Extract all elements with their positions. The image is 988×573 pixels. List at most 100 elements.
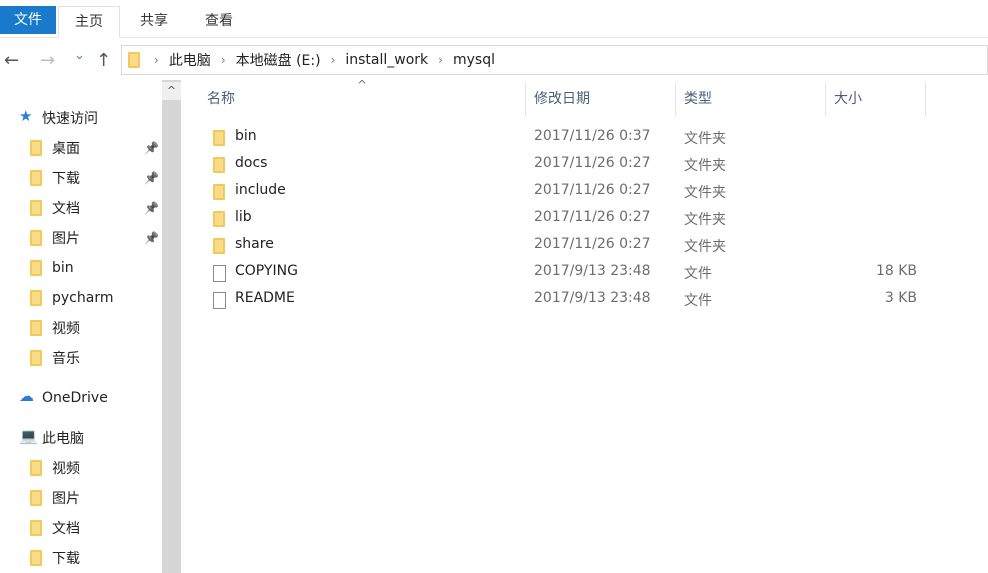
sidebar-item-label: 此电脑 xyxy=(42,431,84,447)
file-size: 18 KB xyxy=(875,263,917,279)
videos-folder-icon xyxy=(30,320,42,336)
tab-share[interactable]: 共享 xyxy=(124,6,184,38)
sidebar-item-label: 快速访问 xyxy=(42,111,98,127)
tab-view[interactable]: 查看 xyxy=(188,6,250,38)
file-type: 文件夹 xyxy=(684,185,726,201)
pin-icon[interactable]: 📌 xyxy=(144,201,159,215)
pictures-folder-icon xyxy=(30,490,42,506)
file-row[interactable]: bin 2017/11/26 0:37 文件夹 xyxy=(181,124,941,151)
up-button[interactable]: ↑ xyxy=(96,50,111,71)
sidebar-item-label: 下载 xyxy=(52,551,80,567)
address-bar[interactable]: › 此电脑 › 本地磁盘 (E:) › install_work › mysql xyxy=(121,45,988,75)
sidebar-item-label: OneDrive xyxy=(42,390,108,406)
folder-icon xyxy=(213,130,225,146)
file-type: 文件夹 xyxy=(684,131,726,147)
file-date: 2017/11/26 0:27 xyxy=(534,209,651,225)
file-size: 3 KB xyxy=(884,290,917,306)
sidebar-item[interactable]: 桌面 📌 xyxy=(0,133,162,163)
recent-locations-button[interactable]: ⌄ xyxy=(74,48,85,63)
download-folder-icon xyxy=(30,550,42,566)
sidebar-item[interactable]: 视频 xyxy=(0,453,162,483)
sidebar-item[interactable]: bin xyxy=(0,253,162,283)
file-type: 文件 xyxy=(684,293,712,309)
folder-icon xyxy=(213,211,225,227)
tab-file[interactable]: 文件 xyxy=(0,6,56,34)
back-button[interactable]: ← xyxy=(4,50,19,71)
sidebar-item[interactable]: 图片 📌 xyxy=(0,223,162,253)
file-name: docs xyxy=(235,155,268,171)
file-type: 文件 xyxy=(684,266,712,282)
file-name: lib xyxy=(235,209,252,225)
pin-icon[interactable]: 📌 xyxy=(144,141,159,155)
sidebar-item-label: 文档 xyxy=(52,521,80,537)
sidebar-item[interactable]: 文档 xyxy=(0,513,162,543)
videos-folder-icon xyxy=(30,460,42,476)
file-name: COPYING xyxy=(235,263,298,279)
file-date: 2017/9/13 23:48 xyxy=(534,263,651,279)
file-date: 2017/9/13 23:48 xyxy=(534,290,651,306)
file-name: README xyxy=(235,290,295,306)
column-date[interactable]: 修改日期 xyxy=(526,82,676,116)
file-row[interactable]: docs 2017/11/26 0:27 文件夹 xyxy=(181,151,941,178)
computer-icon: 💻 xyxy=(19,427,38,445)
sidebar-item[interactable]: ★ 快速访问 xyxy=(0,103,162,133)
file-date: 2017/11/26 0:27 xyxy=(534,182,651,198)
breadcrumb-this-pc[interactable]: 此电脑 xyxy=(163,50,217,70)
ribbon: 文件 主页 共享 查看 xyxy=(0,0,988,38)
pin-icon[interactable]: 📌 xyxy=(144,231,159,245)
breadcrumb-mysql[interactable]: mysql xyxy=(447,52,501,68)
file-row[interactable]: COPYING 2017/9/13 23:48 文件 18 KB xyxy=(181,259,941,286)
sidebar-item[interactable]: ☁ OneDrive xyxy=(0,383,162,413)
file-row[interactable]: lib 2017/11/26 0:27 文件夹 xyxy=(181,205,941,232)
sidebar-item-label: 桌面 xyxy=(52,141,80,157)
file-type: 文件夹 xyxy=(684,239,726,255)
file-row[interactable]: share 2017/11/26 0:27 文件夹 xyxy=(181,232,941,259)
sidebar-item[interactable]: 音乐 xyxy=(0,343,162,373)
column-size[interactable]: 大小 xyxy=(826,82,926,116)
file-icon xyxy=(213,265,226,282)
file-date: 2017/11/26 0:37 xyxy=(534,128,651,144)
breadcrumb-install-work[interactable]: install_work xyxy=(339,52,434,68)
column-header: ^ 名称 修改日期 类型 大小 xyxy=(181,78,988,118)
sidebar-item-label: 下载 xyxy=(52,171,80,187)
music-folder-icon xyxy=(30,350,42,366)
sidebar-item[interactable]: 文档 📌 xyxy=(0,193,162,223)
column-name[interactable]: 名称 xyxy=(199,82,526,116)
navigation-bar: ← → ⌄ ↑ › 此电脑 › 本地磁盘 (E:) › install_work… xyxy=(0,40,988,80)
file-date: 2017/11/26 0:27 xyxy=(534,155,651,171)
forward-button[interactable]: → xyxy=(40,50,55,71)
sidebar-item[interactable]: 视频 xyxy=(0,313,162,343)
pictures-folder-icon xyxy=(30,230,42,246)
sidebar-item-label: pycharm xyxy=(52,290,114,306)
tab-home[interactable]: 主页 xyxy=(58,6,120,38)
chevron-right-icon: › xyxy=(220,53,226,67)
folder-icon xyxy=(30,290,42,306)
folder-icon xyxy=(213,184,225,200)
breadcrumb-drive-e[interactable]: 本地磁盘 (E:) xyxy=(230,50,327,70)
folder-icon xyxy=(213,238,225,254)
desktop-folder-icon xyxy=(30,140,42,156)
sidebar-item[interactable]: 图片 xyxy=(0,483,162,513)
sidebar-item-label: 视频 xyxy=(52,321,80,337)
folder-icon xyxy=(213,157,225,173)
file-icon xyxy=(213,292,226,309)
scroll-up-button[interactable]: ^ xyxy=(162,82,181,100)
sidebar-item-label: 音乐 xyxy=(52,351,80,367)
column-type[interactable]: 类型 xyxy=(676,82,826,116)
sidebar-item[interactable]: 下载 xyxy=(0,543,162,573)
pin-icon[interactable]: 📌 xyxy=(144,171,159,185)
file-name: bin xyxy=(235,128,257,144)
sidebar-item[interactable]: 💻 此电脑 xyxy=(0,423,162,453)
documents-folder-icon xyxy=(30,520,42,536)
sidebar-scrollbar[interactable]: ^ xyxy=(162,80,181,573)
sidebar-item[interactable]: pycharm xyxy=(0,283,162,313)
star-icon: ★ xyxy=(19,107,33,125)
sidebar-item-label: 图片 xyxy=(52,491,80,507)
file-row[interactable]: README 2017/9/13 23:48 文件 3 KB xyxy=(181,286,941,313)
file-row[interactable]: include 2017/11/26 0:27 文件夹 xyxy=(181,178,941,205)
chevron-right-icon: › xyxy=(438,53,443,67)
file-type: 文件夹 xyxy=(684,212,726,228)
sidebar-item[interactable]: 下载 📌 xyxy=(0,163,162,193)
chevron-right-icon: › xyxy=(154,53,159,67)
sidebar-item-label: 图片 xyxy=(52,231,80,247)
